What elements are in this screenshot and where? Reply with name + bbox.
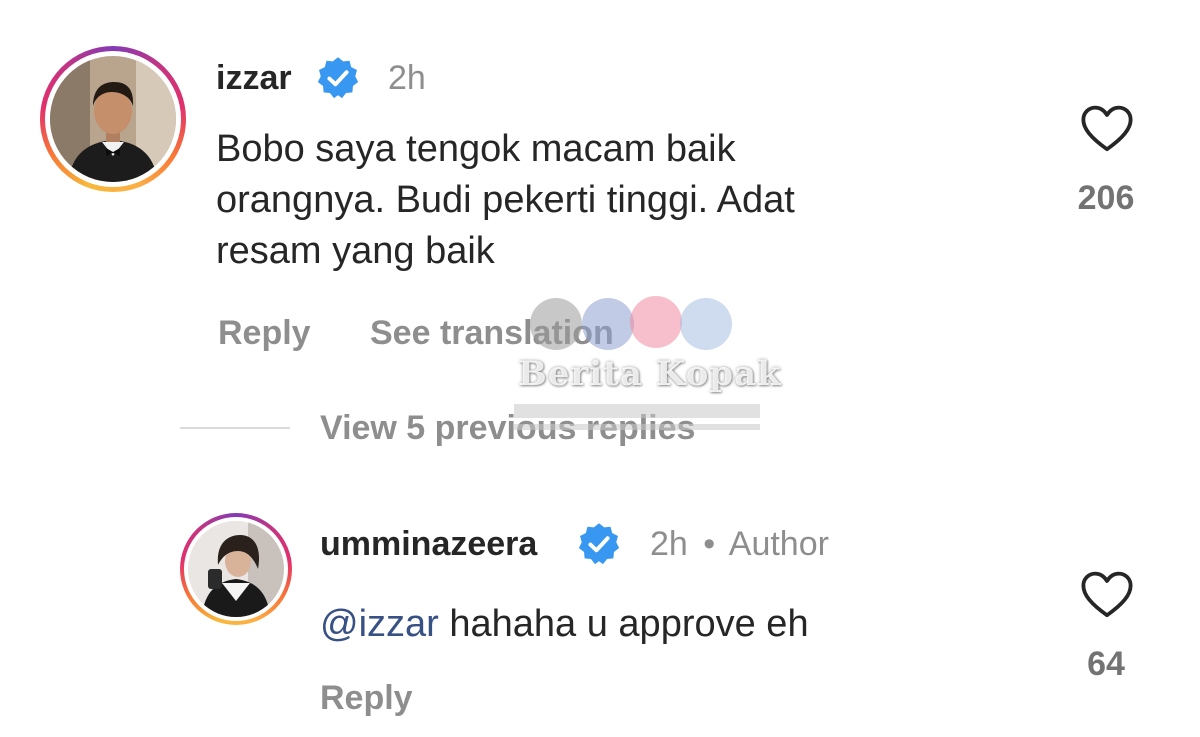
avatar-izzar[interactable] [40,46,186,192]
comment-username[interactable]: izzar [216,58,292,98]
heart-outline-icon[interactable] [1080,104,1134,154]
like-count: 64 [1087,645,1125,683]
globe-icon [680,298,732,350]
comment-text-line: Bobo saya tengok macam baik [216,128,736,170]
reply-username[interactable]: umminazeera [320,524,537,564]
avatar-image [188,521,284,617]
heart-outline-icon[interactable] [1080,570,1134,620]
watermark-bar [514,424,760,430]
comment-time: 2h [388,59,426,97]
replies-divider [180,427,290,429]
reply-text: @izzar hahaha u approve eh [320,599,809,650]
reply-button[interactable]: Reply [218,313,311,353]
meta-separator: • [703,525,716,563]
comment-text-line: orangnya. Budi pekerti tinggi. Adat [216,179,795,221]
verified-badge-icon [578,523,620,565]
comment-body: Bobo saya tengok macam baik orangnya. Bu… [216,124,1036,277]
watermark-text: Berita Kopak [518,354,782,394]
comment-text-line: resam yang baik [216,230,495,272]
youtube-icon [530,298,582,350]
reply-meta: 2h • Author [650,524,829,564]
verified-badge-icon [317,57,359,99]
mention-link[interactable]: @izzar [320,603,439,645]
avatar-umminazeera[interactable] [180,513,292,625]
watermark-bar [514,404,760,418]
reply-text-body: hahaha u approve eh [449,603,809,645]
reply-time: 2h [650,525,688,563]
instagram-icon [630,296,682,348]
avatar-image [50,56,176,182]
author-label: Author [728,525,829,563]
facebook-icon [582,298,634,350]
reply-button[interactable]: Reply [320,678,413,718]
like-count: 206 [1077,179,1135,217]
